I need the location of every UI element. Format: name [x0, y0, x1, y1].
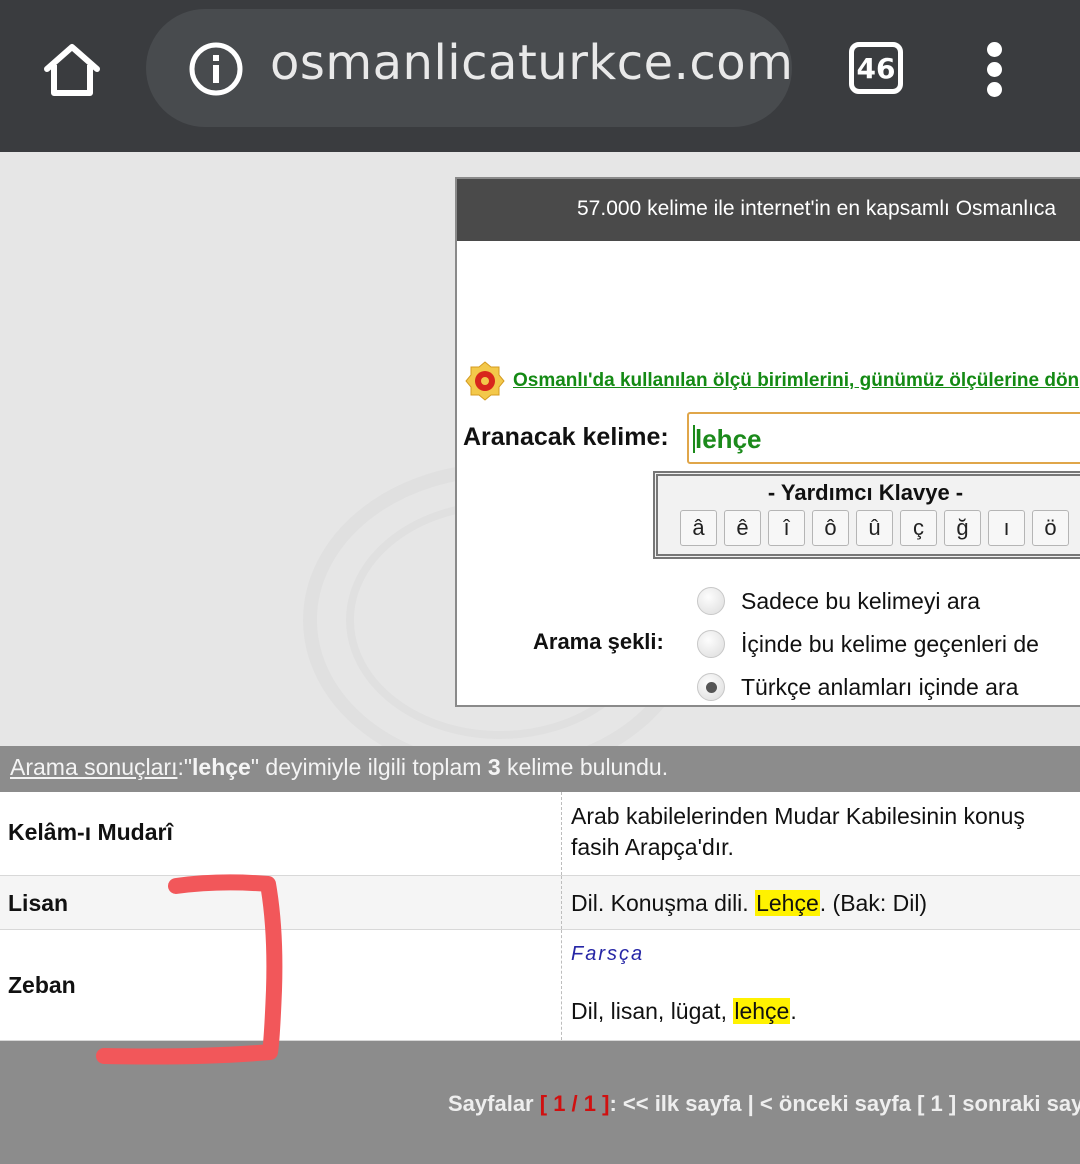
radio-button[interactable] — [697, 587, 725, 615]
pager-links[interactable]: : << ilk sayfa | < önceki sayfa [ 1 ] so… — [609, 1091, 1080, 1116]
pager-current-page: 1 / 1 — [553, 1091, 596, 1116]
url-text[interactable]: osmanlicaturkce.com/? — [270, 35, 792, 91]
definition-text: . — [790, 998, 797, 1024]
column-divider — [561, 876, 562, 929]
term-cell[interactable]: Lisan — [8, 890, 68, 917]
radio-exact-word[interactable]: Sadece bu kelimeyi ara — [697, 587, 980, 615]
radio-label: İçinde bu kelime geçenleri de — [741, 630, 1039, 657]
pager-bracket: [ — [533, 1091, 554, 1116]
radio-label: Türkçe anlamları içinde ara — [741, 673, 1019, 700]
helper-keyboard: - Yardımcı Klavye - â ê î ô û ç ğ ı ö — [653, 471, 1080, 559]
units-conversion-link[interactable]: Osmanlı'da kullanılan ölçü birimlerini, … — [513, 370, 1079, 392]
promo-row: Osmanlı'da kullanılan ölçü birimlerini, … — [465, 361, 1079, 401]
search-value: lehçe — [695, 424, 762, 454]
key-a-circumflex[interactable]: â — [680, 510, 717, 546]
definition-cell: Dil. Konuşma dili. Lehçe. (Bak: Dil) — [571, 888, 927, 919]
info-icon[interactable] — [188, 41, 244, 97]
pager-bracket: ] — [596, 1091, 610, 1116]
summary-text: kelime bulundu. — [500, 754, 669, 780]
results-table: Kelâm-ı Mudarî Arab kabilelerinden Mudar… — [0, 792, 1080, 1041]
column-divider — [561, 792, 562, 875]
pagination-text: Sayfalar [ 1 / 1 ]: << ilk sayfa | < önc… — [448, 1091, 1080, 1117]
table-row: Kelâm-ı Mudarî Arab kabilelerinden Mudar… — [0, 792, 1080, 876]
definition-cell: Arab kabilelerinden Mudar Kabilesinin ko… — [571, 801, 1025, 863]
highlighted-match: Lehçe — [755, 890, 820, 916]
key-e-circumflex[interactable]: ê — [724, 510, 761, 546]
pagination-bar: Sayfalar [ 1 / 1 ]: << ilk sayfa | < önc… — [0, 1041, 1080, 1164]
definition-cell: Farsça Dil, lisan, lügat, lehçe. — [571, 939, 797, 1027]
search-input[interactable]: lehçe — [687, 412, 1080, 464]
dictionary-panel: 57.000 kelime ile internet'in en kapsaml… — [455, 177, 1080, 707]
key-dotless-i[interactable]: ı — [988, 510, 1025, 546]
table-row: Lisan Dil. Konuşma dili. Lehçe. (Bak: Di… — [0, 876, 1080, 930]
term-cell[interactable]: Kelâm-ı Mudarî — [8, 819, 173, 846]
summary-text: :" — [177, 754, 193, 780]
search-mode-label: Arama şekli: — [533, 629, 664, 654]
term-cell[interactable]: Zeban — [8, 972, 76, 999]
table-row: Zeban Farsça Dil, lisan, lügat, lehçe. — [0, 930, 1080, 1041]
keyboard-title: - Yardımcı Klavye - — [767, 480, 964, 505]
highlighted-match: lehçe — [733, 998, 791, 1024]
summary-term: lehçe — [192, 754, 251, 780]
column-divider — [561, 930, 562, 1040]
radio-button[interactable] — [697, 630, 725, 658]
radio-contains-word[interactable]: İçinde bu kelime geçenleri de — [697, 630, 1039, 658]
key-o-umlaut[interactable]: ö — [1032, 510, 1069, 546]
results-summary: Arama sonuçları:"lehçe" deyimiyle ilgili… — [0, 746, 1080, 792]
radio-turkish-meanings[interactable]: Türkçe anlamları içinde ara — [697, 673, 1018, 701]
summary-text: " deyimiyle ilgili toplam — [250, 754, 488, 780]
key-i-circumflex[interactable]: î — [768, 510, 805, 546]
overflow-menu-icon[interactable] — [975, 40, 1015, 100]
key-o-circumflex[interactable]: ô — [812, 510, 849, 546]
definition-text: Dil. Konuşma dili. — [571, 890, 756, 916]
address-bar[interactable]: osmanlicaturkce.com/? — [146, 9, 792, 127]
pager-label: Sayfalar — [448, 1091, 534, 1116]
summary-count: 3 — [487, 754, 501, 780]
radio-label: Sadece bu kelimeyi ara — [741, 587, 981, 614]
key-c-cedilla[interactable]: ç — [900, 510, 937, 546]
results-link[interactable]: Arama sonuçları — [10, 754, 177, 780]
home-icon[interactable] — [32, 34, 112, 106]
search-label: Aranacak kelime: — [463, 423, 669, 451]
radio-button-checked[interactable] — [697, 673, 725, 701]
key-g-breve[interactable]: ğ — [944, 510, 981, 546]
tab-count-button[interactable]: 46 — [849, 42, 903, 94]
definition-text: . (Bak: Dil) — [819, 890, 928, 916]
definition-line: fasih Arapça'dır. — [571, 834, 734, 860]
definition-text: Dil, lisan, lügat, — [571, 998, 734, 1024]
language-tag: Farsça — [571, 943, 645, 965]
medallion-icon — [465, 361, 505, 401]
definition-line: Arab kabilelerinden Mudar Kabilesinin ko… — [571, 803, 1025, 829]
panel-header: 57.000 kelime ile internet'in en kapsaml… — [457, 179, 1080, 241]
key-u-circumflex[interactable]: û — [856, 510, 893, 546]
browser-toolbar: osmanlicaturkce.com/? 46 — [0, 0, 1080, 152]
